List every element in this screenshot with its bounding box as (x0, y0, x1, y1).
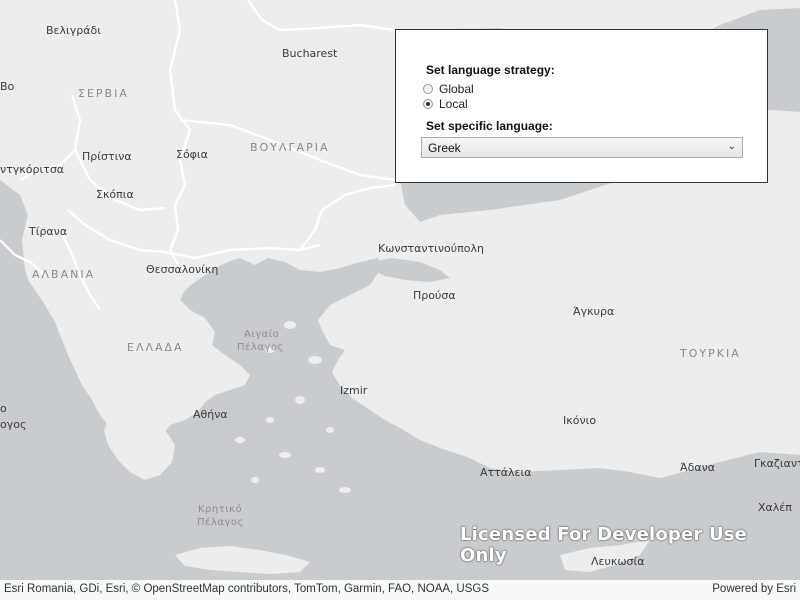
powered-by-link[interactable]: Powered by Esri (712, 583, 796, 595)
label-bursa: Προύσα (413, 289, 456, 302)
label-izmir: Izmir (340, 384, 368, 397)
label-tirana: Τίρανα (28, 225, 67, 238)
language-select[interactable]: Greek ⌄ (421, 137, 743, 158)
attribution-text: Esri Romania, GDi, Esri, © OpenStreetMap… (4, 583, 490, 595)
attribution-bar: Esri Romania, GDi, Esri, © OpenStreetMap… (0, 580, 800, 600)
label-aegean-2: Πέλαγος (237, 341, 284, 353)
label-sofia: Σόφια (176, 148, 208, 161)
label-edge-left-3: Βο (0, 80, 15, 93)
label-aleppo: Χαλέπ (758, 501, 792, 514)
label-konya: Ικόνιο (563, 414, 596, 427)
label-turkey: ΤΟΥΡΚΙΑ (679, 347, 741, 360)
label-cretan-2: Πέλαγος (197, 516, 244, 528)
language-heading: Set specific language: (426, 119, 553, 133)
label-skopje: Σκόπια (96, 188, 134, 201)
language-panel: Set language strategy: Global Local Set … (395, 29, 768, 183)
label-serbia: ΣΕΡΒΙΑ (78, 87, 129, 100)
label-albania: ΑΛΒΑΝΙΑ (32, 268, 95, 281)
label-bulgaria: ΒΟΥΛΓΑΡΙΑ (250, 141, 330, 154)
radio-global[interactable] (423, 84, 433, 94)
developer-watermark: Licensed For Developer Use Only (460, 524, 748, 566)
label-edge-left-1: ο (0, 402, 7, 415)
label-greece: ΕΛΛΑΔΑ (127, 341, 184, 354)
label-belgrade: Βελιγράδι (46, 24, 101, 37)
radio-local-label: Local (439, 97, 468, 111)
language-select-value: Greek (428, 140, 461, 155)
label-edge-left-2: ογος (0, 418, 26, 431)
radio-option-global[interactable]: Global (423, 82, 474, 96)
radio-local[interactable] (423, 99, 433, 109)
label-antalya: Αττάλεια (480, 466, 531, 479)
label-aegean-1: Αιγαίο (244, 328, 279, 340)
label-podgorica: ντγκόριτσα (0, 163, 64, 176)
label-thessaloniki: Θεσσαλονίκη (146, 263, 218, 276)
label-gaziantep: Γκαζιαντ (754, 457, 800, 470)
label-athens: Αθήνα (193, 408, 228, 421)
label-ankara: Άγκυρα (573, 305, 614, 318)
label-bucharest: Bucharest (282, 47, 338, 60)
label-cretan-1: Κρητικό (198, 503, 242, 515)
strategy-heading: Set language strategy: (426, 63, 555, 77)
chevron-down-icon: ⌄ (727, 141, 736, 152)
radio-global-label: Global (439, 82, 474, 96)
label-adana: Άδανα (680, 461, 715, 474)
radio-option-local[interactable]: Local (423, 97, 468, 111)
label-pristina: Πρίστινα (82, 150, 132, 163)
label-istanbul: Κωνσταντινούπολη (378, 242, 484, 255)
